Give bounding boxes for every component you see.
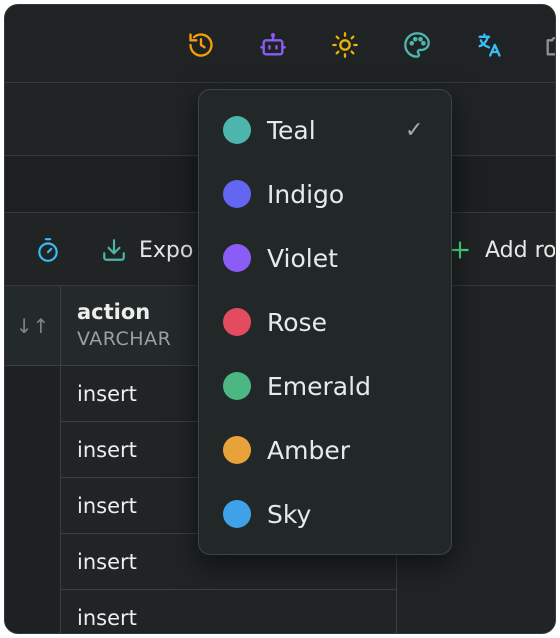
- row-index-cell: [5, 534, 61, 590]
- theme-option-emerald[interactable]: Emerald: [199, 354, 451, 418]
- history-icon[interactable]: [185, 29, 217, 61]
- row-index-cell: [5, 478, 61, 534]
- table-row[interactable]: insert: [5, 590, 397, 633]
- theme-option-teal[interactable]: Teal ✓: [199, 98, 451, 162]
- color-swatch: [223, 372, 251, 400]
- sort-icon: ↓↑: [15, 314, 50, 338]
- top-toolbar: [5, 5, 555, 83]
- table-cell[interactable]: insert: [77, 478, 137, 534]
- download-icon: [103, 239, 125, 261]
- timer-icon: [38, 238, 58, 262]
- color-swatch: [223, 244, 251, 272]
- theme-option-label: Teal: [267, 115, 316, 145]
- add-row-button[interactable]: Add ro: [447, 214, 556, 286]
- bot-icon[interactable]: [257, 29, 289, 61]
- theme-option-label: Emerald: [267, 371, 371, 401]
- row-index-cell: [5, 590, 61, 633]
- theme-option-violet[interactable]: Violet: [199, 226, 451, 290]
- table-cell[interactable]: insert: [77, 534, 137, 590]
- column-type: VARCHAR: [77, 328, 172, 350]
- table-cell[interactable]: insert: [77, 422, 137, 478]
- theme-option-label: Violet: [267, 243, 338, 273]
- sun-icon[interactable]: [329, 29, 361, 61]
- color-swatch: [223, 180, 251, 208]
- table-cell[interactable]: insert: [77, 590, 137, 633]
- theme-option-amber[interactable]: Amber: [199, 418, 451, 482]
- row-index-cell: [5, 422, 61, 478]
- add-row-label: Add ro: [485, 237, 556, 263]
- row-index-cell: [5, 366, 61, 422]
- color-swatch: [223, 116, 251, 144]
- theme-color-menu: Teal ✓ Indigo Violet Rose Emerald Amber …: [198, 89, 452, 555]
- palette-icon[interactable]: [401, 29, 433, 61]
- theme-option-label: Sky: [267, 499, 312, 529]
- theme-option-indigo[interactable]: Indigo: [199, 162, 451, 226]
- export-button[interactable]: Expo: [101, 214, 193, 286]
- translate-icon[interactable]: [473, 29, 505, 61]
- app-window: Expo Add ro ↓↑ action VARCHAR insert ins…: [4, 4, 556, 634]
- table-cell[interactable]: insert: [77, 366, 137, 422]
- color-swatch: [223, 436, 251, 464]
- theme-option-label: Amber: [267, 435, 350, 465]
- color-swatch: [223, 500, 251, 528]
- check-icon: ✓: [405, 117, 424, 143]
- export-label: Expo: [139, 237, 194, 263]
- theme-option-rose[interactable]: Rose: [199, 290, 451, 354]
- color-swatch: [223, 308, 251, 336]
- theme-option-label: Indigo: [267, 179, 345, 209]
- column-name: action: [77, 300, 151, 324]
- column-header-action[interactable]: action VARCHAR: [77, 300, 171, 350]
- theme-option-label: Rose: [267, 307, 327, 337]
- timer-button[interactable]: [35, 214, 61, 286]
- theme-option-sky[interactable]: Sky: [199, 482, 451, 546]
- sort-toggle[interactable]: ↓↑: [5, 286, 61, 366]
- puzzle-icon[interactable]: [541, 29, 555, 61]
